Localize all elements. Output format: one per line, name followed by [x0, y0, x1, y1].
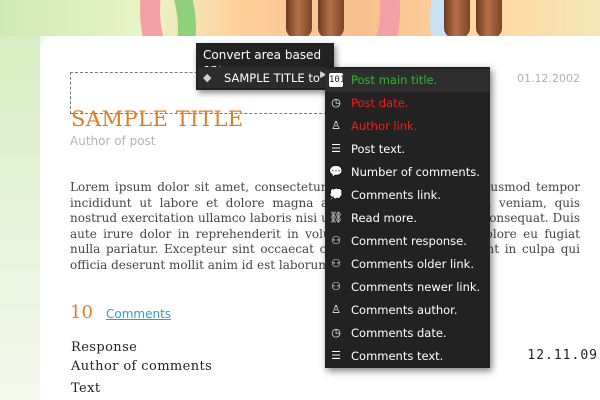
comment-author: Author of comments [71, 359, 213, 374]
menu-item-label: SAMPLE TITLE to [224, 71, 320, 85]
submenu-item-author-link[interactable]: ♙ Author link. [325, 115, 490, 138]
post-date: 01.12.2002 [517, 72, 580, 85]
submenu-item-number-of-comments[interactable]: 💬 Number of comments. [325, 161, 490, 184]
header-photo-banner [0, 0, 600, 36]
photo-figure [444, 0, 470, 36]
submenu-item-label: Comments author. [351, 303, 458, 317]
submenu-item-post-date[interactable]: ◷ Post date. [325, 92, 490, 115]
speech-bubble-icon: 💬 [329, 165, 343, 178]
submenu-item-label: Author link. [351, 119, 418, 133]
blog-post-panel: SAMPLE TITLE 01.12.2002 Author of post L… [40, 36, 600, 400]
submenu-item-post-main-title[interactable]: 101 Post main title. [325, 69, 490, 92]
speech-bubble-icon: 💭 [329, 188, 343, 201]
submenu-item-label: Post date. [351, 96, 409, 110]
submenu-item-label: Comments older link. [351, 257, 474, 271]
photo-figure [286, 0, 312, 36]
submenu-item-comments-date[interactable]: ◷ Comments date. [325, 322, 490, 345]
submenu-item-label: Comment response. [351, 234, 467, 248]
submenu-item-comments-newer-link[interactable]: ⚇ Comments newer link. [325, 276, 490, 299]
submenu-item-read-more[interactable]: ⛓ Read more. [325, 207, 490, 230]
person-icon: ♙ [331, 119, 341, 132]
convert-submenu: 101 Post main title. ◷ Post date. ♙ Auth… [325, 67, 490, 368]
submenu-item-label: Number of comments. [351, 165, 480, 179]
submenu-item-comment-response[interactable]: ⚇ Comment response. [325, 230, 490, 253]
person-icon: ♙ [331, 303, 341, 316]
menu-item-sample-title[interactable]: ◆ SAMPLE TITLE to ▶ [198, 67, 332, 88]
convert-area-menu: Convert area based on: ◆ SAMPLE TITLE to… [196, 43, 334, 90]
comments-link[interactable]: Comments [106, 307, 171, 321]
submenu-item-comments-link[interactable]: 💭 Comments link. [325, 184, 490, 207]
submenu-item-comments-text[interactable]: ☰ Comments text. [325, 345, 490, 368]
comment-date: 12.11.09 [527, 348, 598, 363]
submenu-item-label: Comments newer link. [351, 280, 481, 294]
layers-icon: ◆ [203, 71, 212, 84]
people-icon: ⚇ [331, 234, 341, 247]
people-icon: ⚇ [331, 257, 341, 270]
photo-figure [318, 0, 344, 36]
text-lines-icon: ☰ [331, 142, 341, 155]
date-box-icon: 101 [329, 73, 346, 87]
people-icon: ⚇ [331, 280, 341, 293]
clock-icon: ◷ [331, 326, 341, 339]
clock-icon: ◷ [331, 96, 341, 109]
submenu-item-label: Post text. [351, 142, 406, 156]
submenu-item-comments-author[interactable]: ♙ Comments author. [325, 299, 490, 322]
submenu-item-label: Post main title. [351, 73, 438, 87]
photo-figure [476, 0, 502, 36]
submenu-item-label: Comments date. [351, 326, 447, 340]
submenu-item-label: Comments text. [351, 349, 444, 363]
comment-response: Response [71, 340, 138, 355]
chain-link-icon: ⛓ [329, 211, 343, 224]
comments-count: 10 [70, 302, 93, 323]
decorative-arc [140, 0, 400, 36]
text-lines-icon: ☰ [331, 349, 341, 362]
submenu-item-label: Read more. [351, 211, 417, 225]
submenu-item-comments-older-link[interactable]: ⚇ Comments older link. [325, 253, 490, 276]
comment-text: Text [71, 381, 101, 396]
left-background-fade [0, 36, 40, 400]
submenu-item-post-text[interactable]: ☰ Post text. [325, 138, 490, 161]
post-title: SAMPLE TITLE [71, 107, 244, 131]
submenu-item-label: Comments link. [351, 188, 441, 202]
post-author: Author of post [70, 134, 156, 148]
